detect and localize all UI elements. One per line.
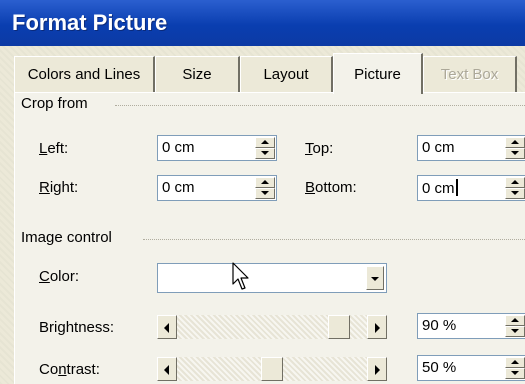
spin-up-button[interactable] — [505, 137, 525, 148]
tab-label: Layout — [263, 66, 309, 83]
tab-colors-and-lines[interactable]: Colors and Lines — [14, 56, 155, 92]
tab-text-box[interactable]: Text Box — [423, 56, 517, 92]
spin-up-button[interactable] — [255, 177, 275, 188]
bottom-label: Bottom: — [305, 179, 357, 196]
triangle-up-icon — [511, 360, 519, 364]
brightness-thumb[interactable] — [328, 315, 350, 339]
crop-right-spinner[interactable]: 0 cm — [157, 175, 277, 201]
chevron-down-icon — [371, 277, 379, 281]
arrow-right-icon — [375, 323, 380, 333]
arrow-right-icon — [375, 365, 380, 375]
triangle-up-icon — [511, 140, 519, 144]
contrast-value: 50 % — [422, 359, 457, 376]
scroll-left-button[interactable] — [157, 357, 177, 381]
title-bar[interactable]: Format Picture — [0, 0, 525, 46]
spin-down-button[interactable] — [505, 148, 525, 159]
tab-label: Picture — [354, 65, 401, 83]
triangle-down-icon — [511, 191, 519, 195]
right-label: Right: — [39, 179, 79, 196]
spin-down-button[interactable] — [505, 326, 525, 337]
triangle-down-icon — [511, 371, 519, 375]
contrast-spinner[interactable]: 50 % — [417, 355, 525, 381]
triangle-up-icon — [261, 180, 269, 184]
brightness-label: Brightness: — [39, 319, 115, 336]
scroll-right-button[interactable] — [367, 357, 387, 381]
image-control-heading: Image control — [21, 229, 118, 246]
triangle-down-icon — [261, 151, 269, 155]
tab-label: Size — [182, 66, 212, 83]
color-label: Color: — [39, 268, 80, 285]
tab-label: Text Box — [440, 66, 499, 83]
spin-up-button[interactable] — [505, 315, 525, 326]
crop-left-spinner[interactable]: 0 cm — [157, 135, 277, 161]
contrast-thumb[interactable] — [261, 357, 283, 381]
spin-down-button[interactable] — [255, 148, 275, 159]
crop-from-heading: Crop from — [21, 95, 94, 112]
group-divider — [143, 239, 525, 240]
spin-up-button[interactable] — [505, 177, 525, 188]
crop-top-value: 0 cm — [422, 139, 455, 156]
picture-tab-panel: Crop from Left: 0 cm Top: 0 cm Right: 0 … — [14, 92, 525, 384]
text-caret — [455, 179, 458, 196]
crop-right-value: 0 cm — [162, 179, 195, 196]
window-title: Format Picture — [12, 10, 168, 35]
scroll-left-button[interactable] — [157, 315, 177, 339]
tab-label: Colors and Lines — [27, 66, 141, 83]
left-label: Left: — [39, 140, 69, 157]
spin-up-button[interactable] — [255, 137, 275, 148]
brightness-spinner[interactable]: 90 % — [417, 313, 525, 339]
triangle-down-icon — [511, 151, 519, 155]
triangle-up-icon — [261, 140, 269, 144]
crop-bottom-spinner[interactable]: 0 cm — [417, 175, 525, 201]
contrast-slider[interactable] — [157, 357, 387, 381]
color-dropdown[interactable] — [157, 263, 387, 293]
crop-bottom-value: 0 cm — [422, 179, 458, 197]
spin-down-button[interactable] — [255, 188, 275, 199]
triangle-up-icon — [511, 318, 519, 322]
spin-up-button[interactable] — [505, 357, 525, 368]
spin-down-button[interactable] — [505, 368, 525, 379]
tab-strip: Colors and Lines Size Layout Picture Tex… — [14, 53, 525, 94]
arrow-left-icon — [164, 365, 169, 375]
triangle-down-icon — [261, 191, 269, 195]
contrast-label: Contrast: — [39, 361, 100, 378]
triangle-up-icon — [511, 180, 519, 184]
brightness-slider[interactable] — [157, 315, 387, 339]
dropdown-button[interactable] — [366, 266, 384, 290]
spin-down-button[interactable] — [505, 188, 525, 199]
crop-top-spinner[interactable]: 0 cm — [417, 135, 525, 161]
tab-picture[interactable]: Picture — [333, 53, 423, 94]
scroll-right-button[interactable] — [367, 315, 387, 339]
top-label: Top: — [305, 140, 334, 157]
tab-layout[interactable]: Layout — [240, 56, 333, 92]
brightness-value: 90 % — [422, 317, 457, 334]
arrow-left-icon — [164, 323, 169, 333]
crop-left-value: 0 cm — [162, 139, 195, 156]
tab-size[interactable]: Size — [155, 56, 240, 92]
triangle-down-icon — [511, 329, 519, 333]
format-picture-dialog: Format Picture Colors and Lines Size Lay… — [0, 0, 525, 384]
group-divider — [115, 105, 525, 106]
